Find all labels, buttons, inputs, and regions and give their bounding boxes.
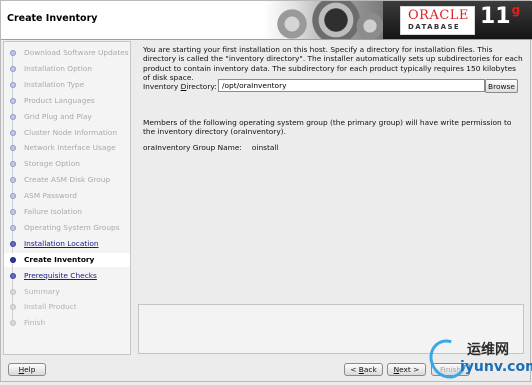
step-status-icon <box>10 177 16 184</box>
step-status-icon <box>10 272 16 279</box>
sidebar-step-network-interface-usage[interactable]: Network Interface Usage <box>4 141 130 162</box>
step-status-icon <box>10 240 16 247</box>
members-text: Members of the following operating syste… <box>143 118 512 137</box>
oracle-wordmark: ORACLE <box>408 8 469 23</box>
sidebar-step-installation-location[interactable]: Installation Location <box>4 237 130 257</box>
sidebar-step-grid-plug-and-play[interactable]: Grid Plug and Play <box>4 110 130 130</box>
next-button[interactable]: Next > <box>387 363 426 376</box>
installer-window: Create Inventory ORACLE DATABASE 11g Dow… <box>0 0 532 385</box>
step-status-icon <box>10 288 16 295</box>
step-status-icon <box>10 320 16 327</box>
sidebar-step-label: Installation Option <box>24 63 92 73</box>
step-status-icon <box>10 81 16 88</box>
sidebar-step-label: Install Product <box>24 302 77 312</box>
step-status-icon <box>10 129 16 136</box>
sidebar-step-label: Create Inventory <box>24 254 95 264</box>
oracle-logo: ORACLE DATABASE <box>400 6 475 35</box>
sidebar-step-label: Create ASM Disk Group <box>24 175 111 185</box>
sidebar-step-create-asm-disk-group[interactable]: Create ASM Disk Group <box>4 173 130 194</box>
sidebar-step-label: Summary <box>24 286 60 296</box>
step-status-icon <box>10 304 16 311</box>
watermark-title: 运维网 <box>467 342 509 358</box>
sidebar-step-label: Network Interface Usage <box>24 143 116 153</box>
sidebar-step-download-software-updates[interactable]: Download Software Updates <box>4 46 130 66</box>
step-status-icon <box>10 224 16 231</box>
steps-sidebar: Download Software Updates Installation Op… <box>3 41 131 355</box>
watermark-domain: iyunv.com <box>460 359 532 375</box>
sidebar-step-product-languages[interactable]: Product Languages <box>4 94 130 114</box>
sidebar-step-summary: Summary <box>4 285 130 305</box>
sidebar-step-storage-option[interactable]: Storage Option <box>4 157 130 178</box>
sidebar-step-finish: Finish <box>4 316 130 330</box>
help-button[interactable]: Help <box>8 363 46 376</box>
step-status-icon <box>10 50 16 56</box>
sidebar-step-label: Installation Type <box>24 79 85 89</box>
sidebar-step-label: Failure Isolation <box>24 207 82 216</box>
site-watermark: 运维网 iyunv.com <box>422 332 532 385</box>
step-status-icon <box>10 209 16 215</box>
sidebar-step-failure-isolation[interactable]: Failure Isolation <box>4 205 130 225</box>
sidebar-step-label: Storage Option <box>24 159 80 169</box>
sidebar-step-prerequisite-checks[interactable]: Prerequisite Checks <box>4 269 130 289</box>
sidebar-step-create-inventory: Create Inventory <box>4 252 130 273</box>
page-title: Create Inventory <box>7 13 98 24</box>
step-status-icon <box>10 97 16 104</box>
step-status-icon <box>10 193 16 200</box>
intro-text: You are starting your first installation… <box>143 45 523 83</box>
group-row: oraInventory Group Name: oinstall <box>143 143 279 152</box>
back-button[interactable]: < Back <box>344 363 383 376</box>
sidebar-step-label: Installation Location <box>24 238 99 248</box>
step-status-icon <box>10 161 16 168</box>
sidebar-step-label: Grid Plug and Play <box>24 111 92 121</box>
header-banner: Create Inventory ORACLE DATABASE 11g <box>1 1 532 40</box>
inventory-directory-label: Inventory Directory: <box>143 82 217 91</box>
gear-icon <box>275 7 309 39</box>
sidebar-step-label: Product Languages <box>24 95 95 105</box>
database-wordmark: DATABASE <box>408 23 461 31</box>
sidebar-step-label: Operating System Groups <box>24 222 120 232</box>
sidebar-step-label: Finish <box>24 318 46 328</box>
step-status-icon <box>10 256 16 263</box>
sidebar-step-installation-type[interactable]: Installation Type <box>4 78 130 98</box>
gears-graphic <box>263 1 385 39</box>
sidebar-step-asm-password[interactable]: ASM Password <box>4 189 130 210</box>
group-name-value: oinstall <box>251 143 279 152</box>
step-status-icon <box>10 65 16 72</box>
sidebar-step-installation-option[interactable]: Installation Option <box>4 62 130 82</box>
sidebar-step-cluster-node-information[interactable]: Cluster Node Information <box>4 126 130 146</box>
sidebar-step-label: Download Software Updates <box>24 48 129 57</box>
sidebar-step-label: Prerequisite Checks <box>24 270 97 280</box>
sidebar-step-operating-system-groups[interactable]: Operating System Groups <box>4 221 130 241</box>
gear-icon <box>355 11 385 39</box>
inventory-directory-input[interactable] <box>218 79 485 92</box>
step-status-icon <box>10 113 16 120</box>
browse-button[interactable]: Browse <box>485 79 518 93</box>
version-suffix: g <box>511 3 521 17</box>
sidebar-step-install-product: Install Product <box>4 300 130 321</box>
sidebar-step-label: ASM Password <box>24 191 77 201</box>
group-name-label: oraInventory Group Name: <box>143 143 242 152</box>
version-logo: 11g <box>480 3 521 29</box>
content-panel: You are starting your first installation… <box>138 41 526 355</box>
step-status-icon <box>10 145 16 152</box>
sidebar-step-label: Cluster Node Information <box>24 127 117 137</box>
version-number: 11 <box>480 4 511 29</box>
gear-icon <box>311 1 361 39</box>
